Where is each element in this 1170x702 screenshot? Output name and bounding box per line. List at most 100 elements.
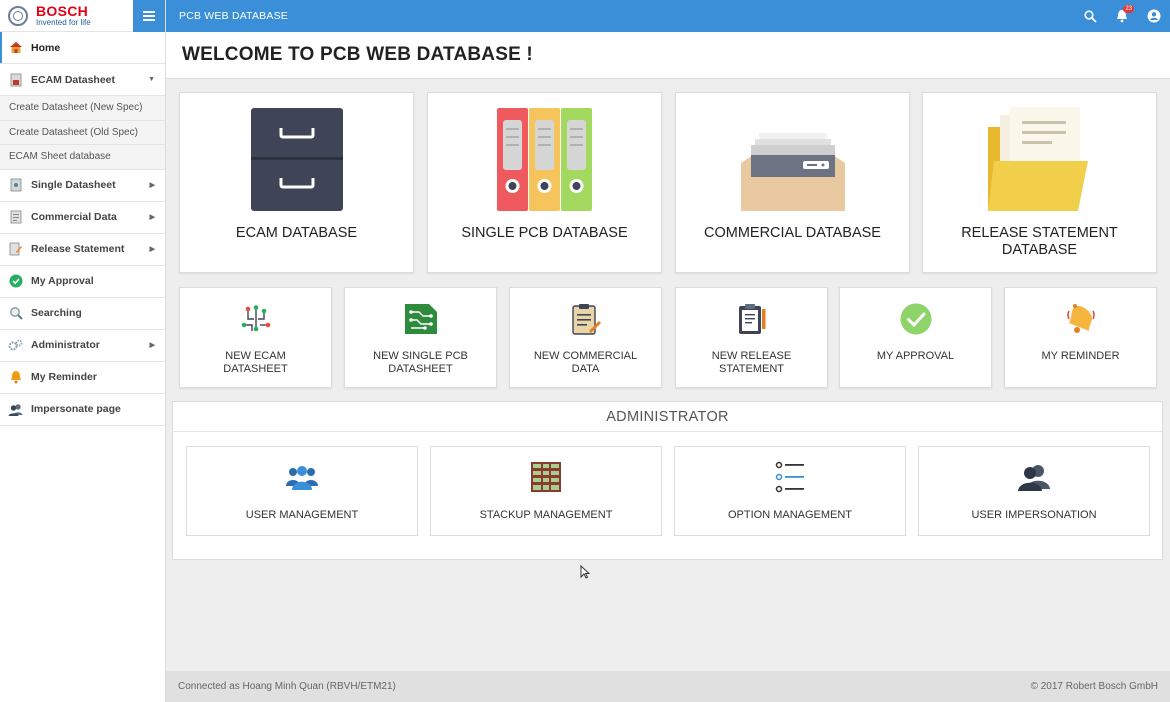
pcb-icon [8,178,23,193]
bosch-logo-icon [8,5,28,26]
card-label: NEW ECAM DATASHEET [223,350,288,375]
card-label: MY APPROVAL [876,350,955,362]
top-bar: PCB WEB DATABASE 23 [166,0,1170,32]
copyright: © 2017 Robert Bosch GmbH [1030,681,1158,692]
sidebar-item-release-statement[interactable]: Release Statement ▶ [0,234,165,266]
pcb-board-icon [404,302,437,336]
check-circle-icon [900,302,932,336]
clipboard-edit-icon [571,302,601,336]
user-group-icon [286,461,318,493]
chevron-right-icon: ▶ [149,182,155,189]
card-label: USER IMPERSONATION [971,509,1097,521]
brand-name: BOSCH [36,3,89,19]
home-icon [8,40,23,55]
edit-document-icon [8,242,23,257]
hamburger-menu-icon[interactable] [133,0,165,32]
folder-documents-icon [987,107,1092,211]
archive-drawer-icon [740,107,845,211]
my-approval-card[interactable]: MY APPROVAL [839,287,992,388]
single-pcb-database-card[interactable]: SINGLE PCB DATABASE [427,92,662,273]
search-icon [8,306,23,321]
page-title: WELCOME TO PCB WEB DATABASE ! [182,44,533,65]
user-management-card[interactable]: USER MANAGEMENT [186,446,418,536]
file-cabinet-icon [250,107,343,211]
sidebar-item-label: Searching [31,307,82,319]
sidebar-item-label: Impersonate page [31,403,121,415]
connection-status: Connected as Hoang Minh Quan (RBVH/ETM21… [178,681,396,692]
sidebar-subitem-create-old-spec[interactable]: Create Datasheet (Old Spec) [0,120,165,145]
administrator-panel: ADMINISTRATOR USER MANAGEMENT STACKUP MA… [172,401,1163,560]
sidebar-item-my-reminder[interactable]: My Reminder [0,362,165,394]
chevron-down-icon: ▼ [148,76,155,83]
bell-icon [8,370,23,385]
card-label: NEW COMMERCIAL DATA [533,350,638,375]
check-circle-icon [8,274,23,289]
notification-badge: 23 [1123,5,1134,13]
sidebar-item-label: Home [31,41,61,54]
brand-bar: BOSCH Invented for life [0,0,165,32]
card-label: MY REMINDER [1041,350,1120,362]
brand-tagline: Invented for life [36,18,91,27]
card-label: RELEASE STATEMENT DATABASE [961,225,1118,258]
chevron-right-icon: ▶ [149,214,155,221]
users-icon [1018,461,1050,493]
card-label: SINGLE PCB DATABASE [461,225,628,241]
new-single-pcb-datasheet-card[interactable]: NEW SINGLE PCB DATASHEET [344,287,497,388]
sidebar-item-label: ECAM Datasheet [31,73,116,86]
chevron-right-icon: ▶ [149,246,155,253]
sidebar-subitem-create-new-spec[interactable]: Create Datasheet (New Spec) [0,96,165,121]
sidebar-item-ecam-datasheet[interactable]: ECAM Datasheet ▼ [0,64,165,96]
administrator-title: ADMINISTRATOR [173,402,1162,432]
card-label: NEW RELEASE STATEMENT [711,350,792,375]
sidebar-item-label: Commercial Data [31,211,117,223]
footer: Connected as Hoang Minh Quan (RBVH/ETM21… [166,671,1170,702]
release-document-icon [737,302,767,336]
page-header: WELCOME TO PCB WEB DATABASE ! [166,32,1170,79]
sidebar-item-label: Administrator [31,339,100,351]
stackup-management-card[interactable]: STACKUP MANAGEMENT [430,446,662,536]
datasheet-icon [8,72,23,87]
sidebar-item-impersonate-page[interactable]: Impersonate page [0,394,165,426]
option-management-card[interactable]: OPTION MANAGEMENT [674,446,906,536]
card-label: ECAM DATABASE [235,225,358,241]
sidebar-subitem-ecam-sheet-database[interactable]: ECAM Sheet database [0,145,165,170]
ecam-database-card[interactable]: ECAM DATABASE [179,92,414,273]
sidebar-item-label: Single Datasheet [31,179,116,191]
card-label: STACKUP MANAGEMENT [479,509,613,521]
release-statement-database-card[interactable]: RELEASE STATEMENT DATABASE [922,92,1157,273]
card-label: COMMERCIAL DATABASE [704,225,881,241]
sidebar-item-searching[interactable]: Searching [0,298,165,330]
new-commercial-data-card[interactable]: NEW COMMERCIAL DATA [509,287,662,388]
card-label: USER MANAGEMENT [245,509,359,521]
sidebar: BOSCH Invented for life Home ECAM Datash… [0,0,166,702]
sidebar-item-commercial-data[interactable]: Commercial Data ▶ [0,202,165,234]
sidebar-item-administrator[interactable]: Administrator ▶ [0,330,165,362]
mouse-cursor-icon [580,564,591,584]
bell-icon [1065,302,1097,336]
option-list-icon [775,461,805,493]
sidebar-item-label: Release Statement [31,243,125,255]
gears-icon [8,338,23,353]
sidebar-item-home[interactable]: Home [0,32,165,64]
account-icon[interactable] [1138,0,1170,32]
sidebar-item-label: My Reminder [31,371,97,383]
sidebar-item-single-datasheet[interactable]: Single Datasheet ▶ [0,170,165,202]
new-ecam-datasheet-card[interactable]: NEW ECAM DATASHEET [179,287,332,388]
my-reminder-card[interactable]: MY REMINDER [1004,287,1157,388]
circuit-icon [240,302,272,336]
sidebar-item-label: My Approval [31,275,94,287]
document-icon [8,210,23,225]
users-icon [8,402,23,417]
search-icon[interactable] [1074,0,1106,32]
new-release-statement-card[interactable]: NEW RELEASE STATEMENT [675,287,828,388]
stackup-layers-icon [531,461,561,493]
user-impersonation-card[interactable]: USER IMPERSONATION [918,446,1150,536]
chevron-right-icon: ▶ [149,342,155,349]
binders-icon [496,107,593,211]
card-label: OPTION MANAGEMENT [727,509,853,521]
commercial-database-card[interactable]: COMMERCIAL DATABASE [675,92,910,273]
notifications-bell-icon[interactable]: 23 [1106,0,1138,32]
sidebar-item-my-approval[interactable]: My Approval [0,266,165,298]
card-label: NEW SINGLE PCB DATASHEET [373,350,468,375]
app-title: PCB WEB DATABASE [179,10,288,22]
